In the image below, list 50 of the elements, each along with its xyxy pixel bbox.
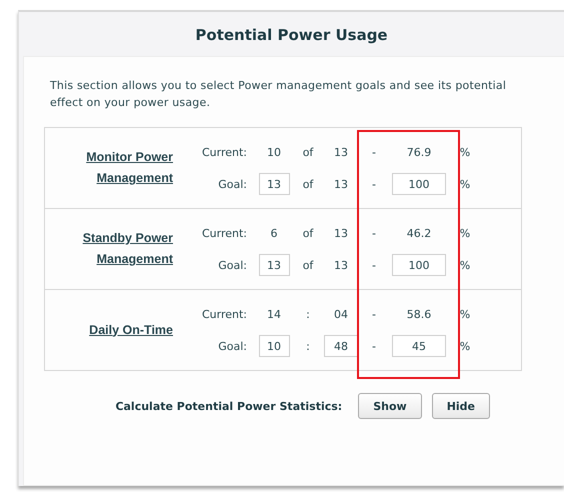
percent-value: 46.2 [406,226,432,240]
percent-value: 58.6 [406,308,432,320]
separator-text: of [302,226,314,240]
dash: - [372,340,376,352]
minutes-field[interactable]: 48 [324,335,358,357]
hours-field[interactable]: 10 [258,335,290,357]
colon: : [306,340,310,352]
current-label: Current: [202,308,248,320]
goal-field[interactable]: 13 [258,254,290,276]
dash: - [372,258,376,272]
percent-sign: % [460,178,470,190]
hide-button[interactable]: Show [358,393,422,419]
separator-text: of [302,146,314,158]
current-value: 13 [334,226,348,240]
percent-sign: % [460,146,470,158]
current-value: 14 [267,308,281,320]
total-value: 13 [334,178,348,190]
goal-label: Goal: [218,178,248,190]
percent-sign: % [460,340,470,352]
dash: - [372,308,376,320]
goal-percent-field[interactable]: 100 [392,173,446,195]
percent-sign: % [460,226,470,240]
of-text: of [302,178,314,190]
row-link[interactable]: Monitor Power Management [73,147,181,189]
current-label: Current: [202,226,248,240]
row-link[interactable]: Standby Power Management [73,228,181,270]
description-text: This section allows you to select Power management goals and see its potential effect on your power usage. [50,78,508,111]
percent-sign: % [460,308,470,320]
goal-label: Goal: [218,258,248,272]
dash: - [372,146,376,158]
hide-button[interactable]: Hide [432,393,490,419]
total-value: 13 [334,258,348,272]
row-link[interactable]: Daily On-Time [89,320,181,340]
goal-label: Goal: [218,340,248,352]
percent-sign: % [460,258,470,272]
separator-text: : [306,308,310,320]
goal-field[interactable]: 13 [258,173,290,195]
current-value: 13 [334,146,348,158]
panel-title: Potential Power Usage [194,25,389,46]
goal-percent-field[interactable]: 100 [392,254,446,276]
current-value: 6 [270,226,278,240]
current-value: 04 [334,308,348,320]
current-label: Current: [202,146,248,158]
percent-value: 76.9 [406,146,432,158]
goal-percent-field[interactable]: 45 [392,335,446,357]
dash: - [372,226,376,240]
dash: - [372,178,376,190]
current-value: 10 [267,146,281,158]
calculate-label: Calculate Potential Power Statistics: [115,400,342,412]
of-text: of [302,258,314,272]
